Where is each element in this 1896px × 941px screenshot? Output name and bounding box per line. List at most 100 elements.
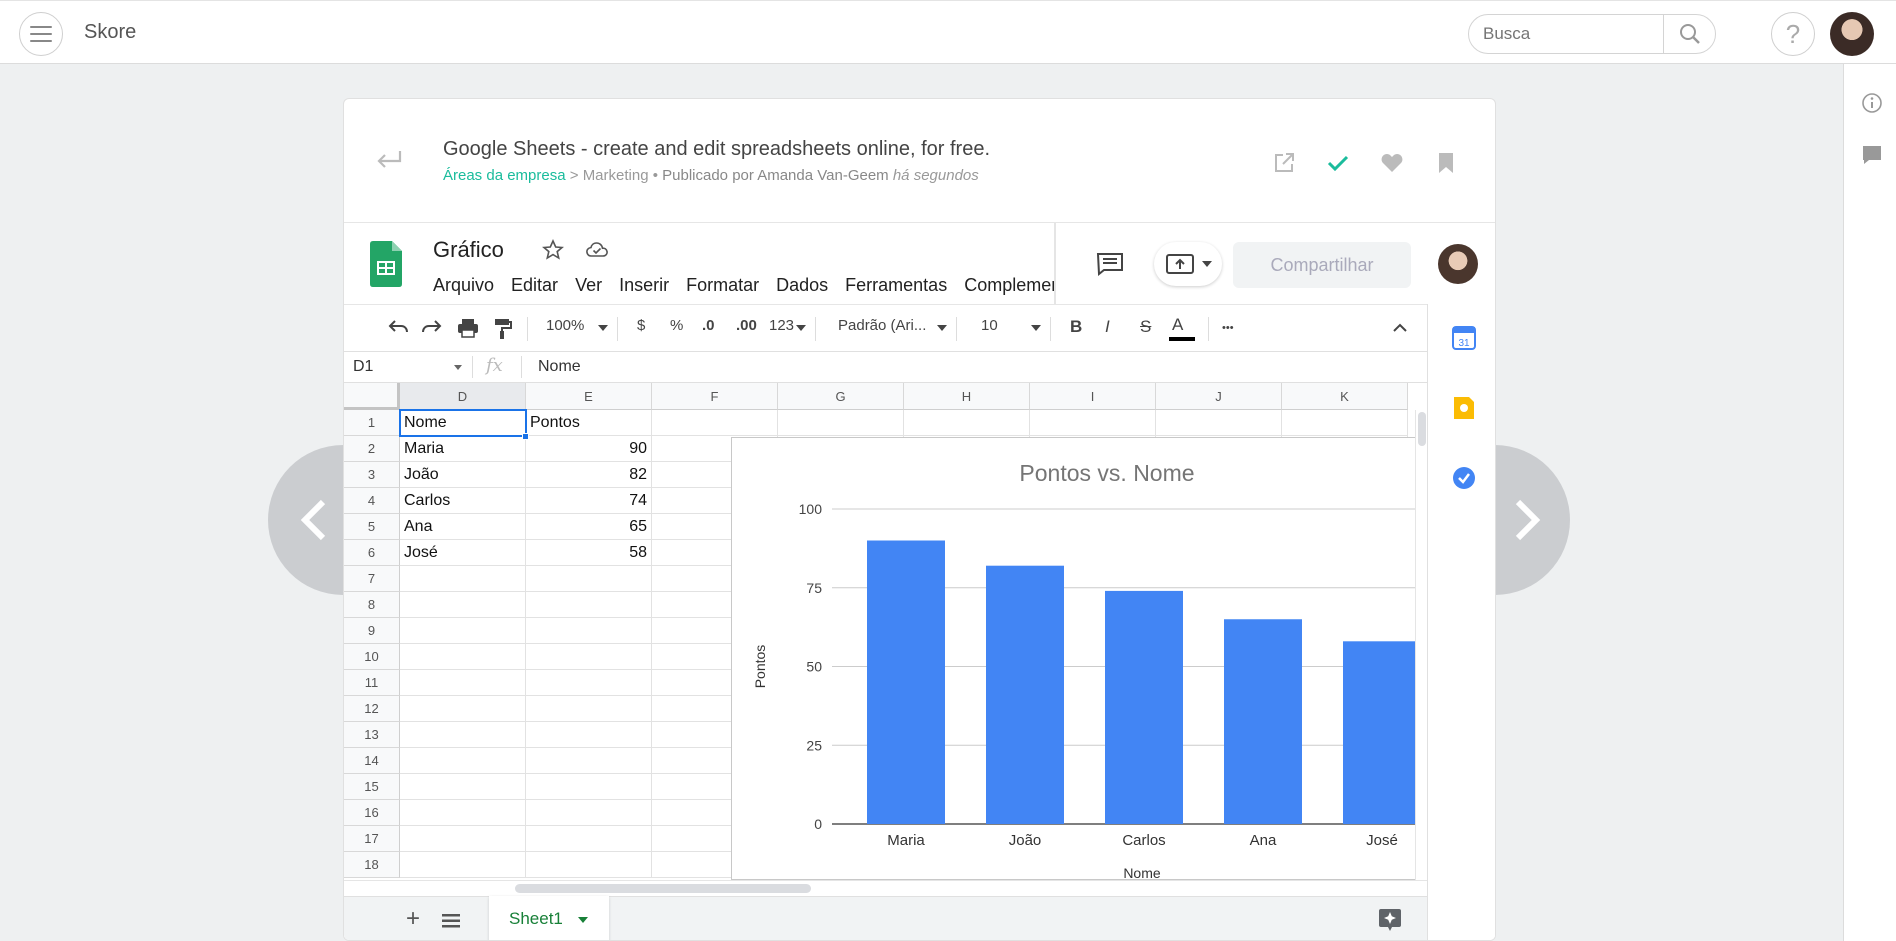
cell[interactable] bbox=[526, 826, 652, 852]
column-header-k[interactable]: K bbox=[1282, 383, 1408, 410]
bookmark-icon[interactable] bbox=[1434, 151, 1458, 175]
help-button[interactable]: ? bbox=[1771, 12, 1815, 56]
comments-icon[interactable] bbox=[1096, 252, 1124, 276]
column-header-d[interactable]: D bbox=[400, 383, 526, 410]
name-box[interactable]: D1 bbox=[353, 358, 373, 376]
cell-value[interactable]: 74 bbox=[526, 488, 652, 514]
formula-input[interactable]: Nome bbox=[538, 358, 581, 376]
column-header-g[interactable]: G bbox=[778, 383, 904, 410]
doc-title[interactable]: Gráfico bbox=[433, 237, 504, 263]
add-sheet-button[interactable]: + bbox=[406, 905, 420, 933]
vertical-scrollbar[interactable] bbox=[1415, 410, 1427, 880]
user-avatar[interactable] bbox=[1830, 12, 1874, 56]
cell[interactable] bbox=[778, 410, 904, 436]
print-icon[interactable] bbox=[457, 318, 479, 338]
embedded-chart[interactable]: Pontos vs. Nome 0 25 50 75 100 Maria João Carlos… bbox=[731, 437, 1421, 880]
all-sheets-icon[interactable] bbox=[442, 914, 460, 928]
undo-icon[interactable] bbox=[387, 319, 409, 337]
keep-icon[interactable] bbox=[1452, 396, 1476, 420]
menu-item-ferramentas[interactable]: Ferramentas bbox=[845, 275, 947, 296]
cell-value[interactable]: 90 bbox=[526, 436, 652, 462]
sheets-logo-icon[interactable] bbox=[370, 241, 402, 287]
cell[interactable] bbox=[526, 696, 652, 722]
caret-down-icon[interactable] bbox=[598, 325, 608, 331]
percent-format-button[interactable]: % bbox=[670, 317, 683, 334]
subcategory-link[interactable]: Marketing bbox=[583, 167, 649, 184]
more-tools-button[interactable]: ••• bbox=[1222, 322, 1234, 334]
cell-name[interactable]: José bbox=[400, 540, 526, 566]
column-header-i[interactable]: I bbox=[1030, 383, 1156, 410]
explore-icon[interactable] bbox=[1379, 909, 1401, 931]
cell[interactable] bbox=[526, 800, 652, 826]
open-external-icon[interactable] bbox=[1272, 151, 1296, 175]
cell-name[interactable]: Ana bbox=[400, 514, 526, 540]
post-title[interactable]: Google Sheets - create and edit spreadsh… bbox=[443, 138, 990, 161]
check-icon[interactable] bbox=[1326, 151, 1350, 175]
cell-name[interactable]: Maria bbox=[400, 436, 526, 462]
menu-item-editar[interactable]: Editar bbox=[511, 275, 558, 296]
row-header[interactable]: 14 bbox=[344, 748, 400, 774]
cell[interactable] bbox=[400, 592, 526, 618]
caret-down-icon[interactable] bbox=[1031, 325, 1041, 331]
row-header[interactable]: 12 bbox=[344, 696, 400, 722]
caret-down-icon[interactable] bbox=[796, 325, 806, 331]
currency-format-button[interactable]: $ bbox=[637, 317, 645, 334]
cell[interactable] bbox=[526, 592, 652, 618]
zoom-select[interactable]: 100% bbox=[546, 317, 584, 334]
share-button[interactable]: Compartilhar bbox=[1233, 242, 1411, 288]
redo-icon[interactable] bbox=[421, 319, 443, 337]
cell[interactable] bbox=[400, 644, 526, 670]
menu-icon[interactable] bbox=[19, 12, 63, 56]
category-link[interactable]: Áreas da empresa bbox=[443, 167, 566, 184]
back-icon[interactable] bbox=[374, 147, 404, 171]
cell[interactable] bbox=[526, 748, 652, 774]
cell[interactable] bbox=[400, 722, 526, 748]
cell[interactable] bbox=[652, 410, 778, 436]
cell[interactable] bbox=[526, 566, 652, 592]
cell[interactable] bbox=[526, 852, 652, 878]
increase-decimal-button[interactable]: .00 bbox=[736, 317, 757, 334]
cell[interactable] bbox=[526, 722, 652, 748]
row-header[interactable]: 6 bbox=[344, 540, 400, 566]
strikethrough-button[interactable]: S bbox=[1140, 317, 1151, 337]
row-header[interactable]: 11 bbox=[344, 670, 400, 696]
present-button[interactable] bbox=[1154, 242, 1222, 286]
cell[interactable] bbox=[526, 644, 652, 670]
row-header[interactable]: 18 bbox=[344, 852, 400, 878]
cell[interactable] bbox=[400, 566, 526, 592]
cell[interactable] bbox=[1282, 410, 1408, 436]
brand-name[interactable]: Skore bbox=[84, 21, 136, 44]
doc-user-avatar[interactable] bbox=[1438, 244, 1478, 284]
row-header[interactable]: 1 bbox=[344, 410, 400, 436]
cell[interactable] bbox=[1030, 410, 1156, 436]
fill-handle[interactable] bbox=[522, 433, 529, 440]
menu-item-inserir[interactable]: Inserir bbox=[619, 275, 669, 296]
row-header[interactable]: 2 bbox=[344, 436, 400, 462]
horizontal-scroll-thumb[interactable] bbox=[515, 884, 811, 893]
calendar-icon[interactable]: 31 bbox=[1452, 326, 1476, 350]
header-cell-pontos[interactable]: Pontos bbox=[526, 410, 652, 436]
row-header[interactable]: 15 bbox=[344, 774, 400, 800]
cell-name[interactable]: Carlos bbox=[400, 488, 526, 514]
column-header-h[interactable]: H bbox=[904, 383, 1030, 410]
text-color-button[interactable]: A bbox=[1172, 315, 1183, 335]
cell[interactable] bbox=[1156, 410, 1282, 436]
cell-name[interactable]: João bbox=[400, 462, 526, 488]
tasks-icon[interactable] bbox=[1452, 466, 1476, 490]
cell-value[interactable]: 82 bbox=[526, 462, 652, 488]
caret-down-icon[interactable] bbox=[454, 365, 462, 370]
row-header[interactable]: 9 bbox=[344, 618, 400, 644]
row-header[interactable]: 16 bbox=[344, 800, 400, 826]
heart-icon[interactable] bbox=[1380, 151, 1404, 175]
caret-down-icon[interactable] bbox=[578, 917, 588, 923]
cloud-status-icon[interactable] bbox=[585, 239, 609, 261]
cell[interactable] bbox=[526, 618, 652, 644]
row-header[interactable]: 7 bbox=[344, 566, 400, 592]
row-header[interactable]: 5 bbox=[344, 514, 400, 540]
sheet-tab[interactable]: Sheet1 bbox=[489, 896, 609, 940]
cell[interactable] bbox=[400, 748, 526, 774]
more-formats-button[interactable]: 123 bbox=[769, 317, 794, 334]
menu-item-formatar[interactable]: Formatar bbox=[686, 275, 759, 296]
chevron-up-icon[interactable] bbox=[1392, 323, 1408, 333]
cell-value[interactable]: 58 bbox=[526, 540, 652, 566]
